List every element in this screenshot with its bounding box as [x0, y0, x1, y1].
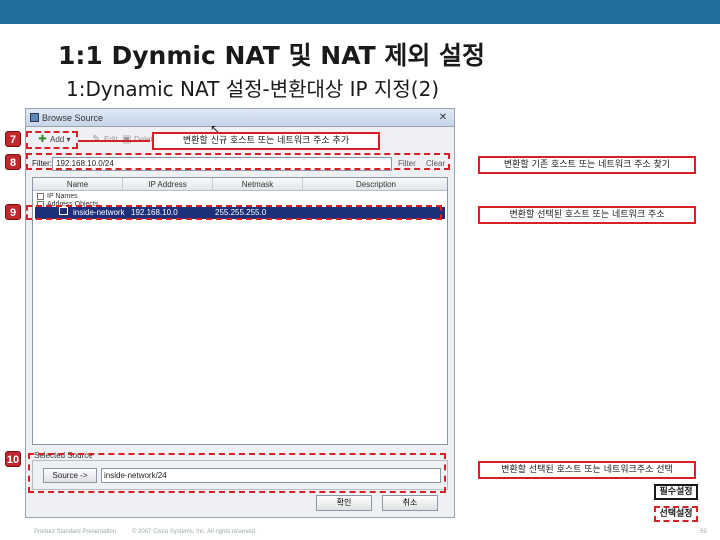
legend-optional: 선택설정	[654, 506, 698, 522]
step-badge-8: 8	[5, 154, 21, 170]
step-badge-10: 10	[5, 451, 21, 467]
highlight-selected-row	[26, 205, 442, 220]
highlight-source-panel	[28, 453, 446, 493]
page-number: 59	[700, 529, 707, 535]
callout-9: 변환할 선택된 호스트 또는 네트워크 주소	[478, 206, 696, 224]
slide-top-bar	[0, 0, 720, 24]
callout-7: 변환할 신규 호스트 또는 네트워크 주소 추가	[152, 132, 380, 150]
column-header-description[interactable]: Description	[303, 178, 449, 191]
tree-label: IP Names	[47, 193, 78, 200]
slide-subtitle: 1:Dynamic NAT 설정-변환대상 IP 지정(2)	[66, 77, 440, 101]
app-icon	[30, 113, 39, 122]
column-header-name[interactable]: Name	[33, 178, 123, 191]
dialog-title-bar: Browse Source ✕	[26, 109, 454, 127]
callout-8: 변환할 기존 호스트 또는 네트워크 주소 찾기	[478, 156, 696, 174]
close-icon[interactable]: ✕	[436, 111, 450, 124]
step-badge-9: 9	[5, 204, 21, 220]
column-header-ip[interactable]: IP Address	[123, 178, 213, 191]
cancel-button[interactable]: 취소	[382, 495, 438, 511]
column-header-netmask[interactable]: Netmask	[213, 178, 303, 191]
dialog-title: Browse Source	[42, 113, 104, 123]
slide-title: 1:1 Dynmic NAT 및 NAT 제외 설정	[58, 41, 486, 70]
ok-button[interactable]: 확인	[316, 495, 372, 511]
step-badge-7: 7	[5, 131, 21, 147]
highlight-filter-row	[26, 153, 450, 170]
callout-10: 변환할 선택된 호스트 또는 네트워크주소 선택	[478, 461, 696, 479]
legend-required: 필수설정	[654, 484, 698, 500]
footer-copyright: © 2007 Cisco Systems, Inc. All rights re…	[132, 529, 257, 535]
highlight-add-button	[26, 131, 78, 149]
footer-left: Product Standard Presentation	[34, 529, 117, 535]
connector-7	[78, 140, 150, 142]
expand-toggle-icon[interactable]	[37, 192, 44, 200]
table-header: Name IP Address Netmask Description	[33, 178, 447, 191]
